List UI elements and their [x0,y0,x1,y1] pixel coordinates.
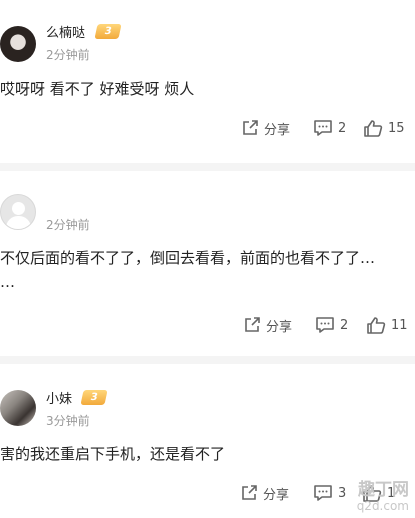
avatar[interactable] [0,26,36,62]
level-badge-icon: 3 [80,390,108,405]
comment-count: 2 [338,120,347,136]
share-button[interactable]: 分享 [241,117,290,139]
avatar[interactable] [0,194,36,230]
share-icon [243,120,258,135]
share-label: 分享 [264,122,291,138]
watermark-sub: q2d.com [356,499,409,513]
section-divider [0,356,415,364]
share-button[interactable]: 分享 [240,482,289,504]
comment-icon [314,485,332,501]
like-count: 15 [388,120,405,136]
comment-item: 么楠哒 3 2分钟前 哎呀呀 看不了 好难受呀 烦人 分享 2 15 [0,0,415,166]
share-icon [245,317,260,332]
timestamp: 2分钟前 [46,218,90,232]
timestamp: 3分钟前 [46,414,90,428]
watermark-main: 趣丁网 [358,480,409,500]
section-divider [0,163,415,171]
comment-icon [316,317,334,333]
level-badge-icon: 3 [94,24,122,39]
comment-item: 2分钟前 不仅后面的看不了了，倒回去看看，前面的也看不了了… … 分享 2 11 [0,171,415,356]
thumbs-up-icon [367,316,386,334]
comment-text: 害的我还重启下手机，还是看不了 [0,445,226,463]
comment-button[interactable]: 2 [313,117,346,139]
site-watermark: 趣丁网 q2d.com [357,482,409,514]
comment-text: 哎呀呀 看不了 好难受呀 烦人 [0,80,195,98]
timestamp: 2分钟前 [46,48,90,62]
comment-button[interactable]: 3 [313,482,346,504]
comment-button[interactable]: 2 [315,314,348,336]
avatar[interactable] [0,390,36,426]
comment-count: 3 [338,485,347,501]
comment-item: 小妹 3 3分钟前 害的我还重启下手机，还是看不了 分享 3 1 [0,364,415,518]
thumbs-up-icon [364,119,383,137]
comment-actions: 分享 2 15 [0,117,415,139]
share-label: 分享 [263,487,290,503]
like-button[interactable]: 15 [363,117,405,139]
comment-text: 不仅后面的看不了了，倒回去看看，前面的也看不了了… … [0,249,376,291]
like-button[interactable]: 11 [366,314,408,336]
comment-icon [314,120,332,136]
like-count: 11 [391,317,408,333]
comment-actions: 分享 2 11 [0,314,415,336]
share-icon [242,485,257,500]
username[interactable]: 么楠哒 [46,22,85,41]
share-button[interactable]: 分享 [243,314,292,336]
comment-count: 2 [340,317,349,333]
comment-actions: 分享 3 1 [0,482,415,504]
username[interactable]: 小妹 [46,388,72,407]
share-label: 分享 [266,319,293,335]
